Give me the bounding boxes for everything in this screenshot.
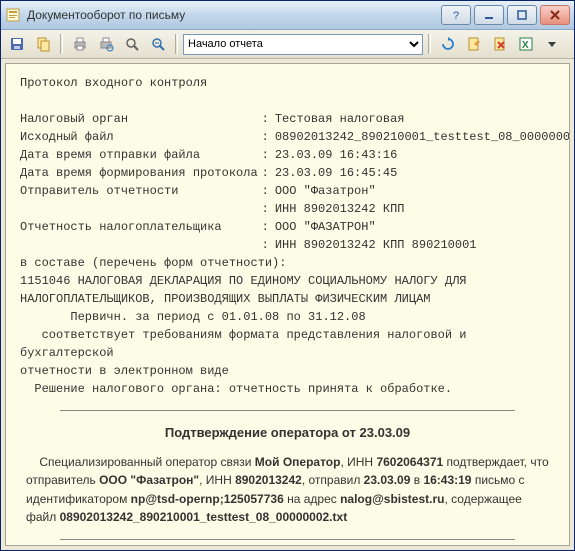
help-button[interactable]: ? — [441, 5, 471, 25]
find-icon[interactable] — [146, 32, 170, 56]
zoom-icon[interactable] — [120, 32, 144, 56]
field-row: Дата время отправки файла:23.03.09 16:43… — [20, 146, 570, 164]
period-line: Первичн. за период с 01.01.08 по 31.12.0… — [20, 308, 555, 326]
svg-text:?: ? — [453, 10, 459, 20]
field-row: :ИНН 8902013242 КПП 890210001 — [20, 236, 570, 254]
svg-text:X: X — [522, 40, 529, 51]
form-line: 1151046 НАЛОГОВАЯ ДЕКЛАРАЦИЯ ПО ЕДИНОМУ … — [20, 272, 555, 308]
separator — [428, 34, 431, 54]
field-row: Отчетность налогоплательщика:ООО "ФАЗАТР… — [20, 218, 570, 236]
field-row: :ИНН 8902013242 КПП — [20, 200, 570, 218]
window-title: Документооборот по письму — [27, 8, 441, 22]
edit-icon[interactable] — [462, 32, 486, 56]
delete-icon[interactable] — [488, 32, 512, 56]
mode-select[interactable]: Начало отчета — [183, 34, 423, 55]
dropdown-icon[interactable] — [540, 32, 564, 56]
document-content: Протокол входного контроля Налоговый орг… — [5, 63, 570, 546]
titlebar[interactable]: Документооборот по письму ? — [1, 1, 574, 30]
confirmation-body: Специализированный оператор связи Мой Оп… — [20, 453, 555, 527]
protocol-fields: Налоговый орган:Тестовая налоговая Исход… — [20, 110, 570, 254]
minimize-button[interactable] — [474, 5, 504, 25]
divider — [60, 539, 515, 540]
print-icon[interactable] — [68, 32, 92, 56]
divider — [60, 410, 515, 411]
protocol-heading: Протокол входного контроля — [20, 74, 555, 92]
field-row: Дата время формирования протокола:23.03.… — [20, 164, 570, 182]
field-row: Исходный файл:08902013242_890210001_test… — [20, 128, 570, 146]
separator — [175, 34, 178, 54]
refresh-icon[interactable] — [436, 32, 460, 56]
maximize-button[interactable] — [507, 5, 537, 25]
compliance-line: соответствует требованиям формата предст… — [20, 326, 555, 362]
save-icon[interactable] — [5, 32, 29, 56]
close-button[interactable] — [540, 5, 570, 25]
field-row: Налоговый орган:Тестовая налоговая — [20, 110, 570, 128]
print-preview-icon[interactable] — [94, 32, 118, 56]
field-row: Отправитель отчетности:ООО "Фазатрон" — [20, 182, 570, 200]
decision-line: Решение налогового органа: отчетность пр… — [20, 380, 555, 398]
app-icon — [5, 7, 21, 23]
toolbar: Начало отчета X — [1, 30, 574, 59]
compliance-line2: отчетности в электронном виде — [20, 362, 555, 380]
composition-intro: в составе (перечень форм отчетности): — [20, 254, 555, 272]
app-window: Документооборот по письму ? Начало отчет… — [0, 0, 575, 551]
confirmation-title: Подтверждение оператора от 23.03.09 — [20, 423, 555, 443]
excel-icon[interactable]: X — [514, 32, 538, 56]
separator — [60, 34, 63, 54]
copy-icon[interactable] — [31, 32, 55, 56]
